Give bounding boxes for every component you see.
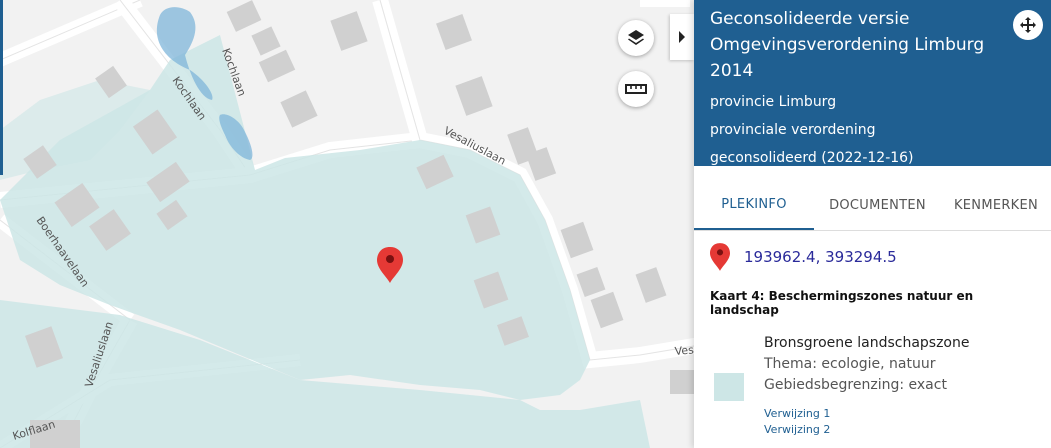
info-panel: Geconsolideerde versie Omgevingsverorden…: [694, 0, 1051, 448]
reference-link-2[interactable]: Verwijzing 2: [764, 422, 970, 438]
zone-color-swatch: [714, 373, 744, 401]
left-edge-strip: [0, 0, 3, 175]
status-text: geconsolideerd (2022-12-16): [710, 150, 914, 166]
tab-plekinfo[interactable]: PLEKINFO: [694, 180, 814, 230]
panel-header: Geconsolideerde versie Omgevingsverorden…: [694, 0, 1051, 166]
collapse-panel-button[interactable]: [670, 14, 694, 60]
reference-link-1[interactable]: Verwijzing 1: [764, 406, 970, 422]
panel-tabs: PLEKINFO DOCUMENTEN KENMERKEN: [694, 180, 1051, 231]
layers-button[interactable]: [618, 20, 654, 56]
ruler-icon: [625, 84, 647, 94]
layers-icon: [628, 30, 644, 45]
measure-button[interactable]: [618, 71, 654, 107]
tab-documenten[interactable]: DOCUMENTEN: [814, 180, 941, 230]
zone-begrenzing: Gebiedsbegrenzing: exact: [764, 377, 947, 393]
location-pin-icon: [710, 243, 730, 271]
map-layer-title: Kaart 4: Beschermingszones natuur en lan…: [710, 289, 974, 317]
coordinates-text: 193962.4, 393294.5: [744, 248, 897, 266]
reference-links: Verwijzing 1 Verwijzing 2: [764, 406, 970, 438]
authority-text: provincie Limburg: [710, 94, 837, 110]
chevron-right-icon: [679, 31, 685, 43]
coordinates-row: 193962.4, 393294.5: [694, 231, 1051, 271]
zone-entry: Bronsgroene landschapszone Thema: ecolog…: [694, 317, 1051, 438]
expand-icon: [1020, 17, 1036, 33]
tab-kenmerken[interactable]: KENMERKEN: [941, 180, 1051, 230]
zone-thema: Thema: ecologie, natuur: [764, 356, 936, 372]
expand-button[interactable]: [1013, 10, 1043, 40]
document-title: Geconsolideerde versie Omgevingsverorden…: [710, 9, 985, 81]
zone-name: Bronsgroene landschapszone: [764, 335, 970, 351]
document-type-text: provinciale verordening: [710, 122, 876, 138]
zone-info: Bronsgroene landschapszone Thema: ecolog…: [764, 333, 970, 438]
